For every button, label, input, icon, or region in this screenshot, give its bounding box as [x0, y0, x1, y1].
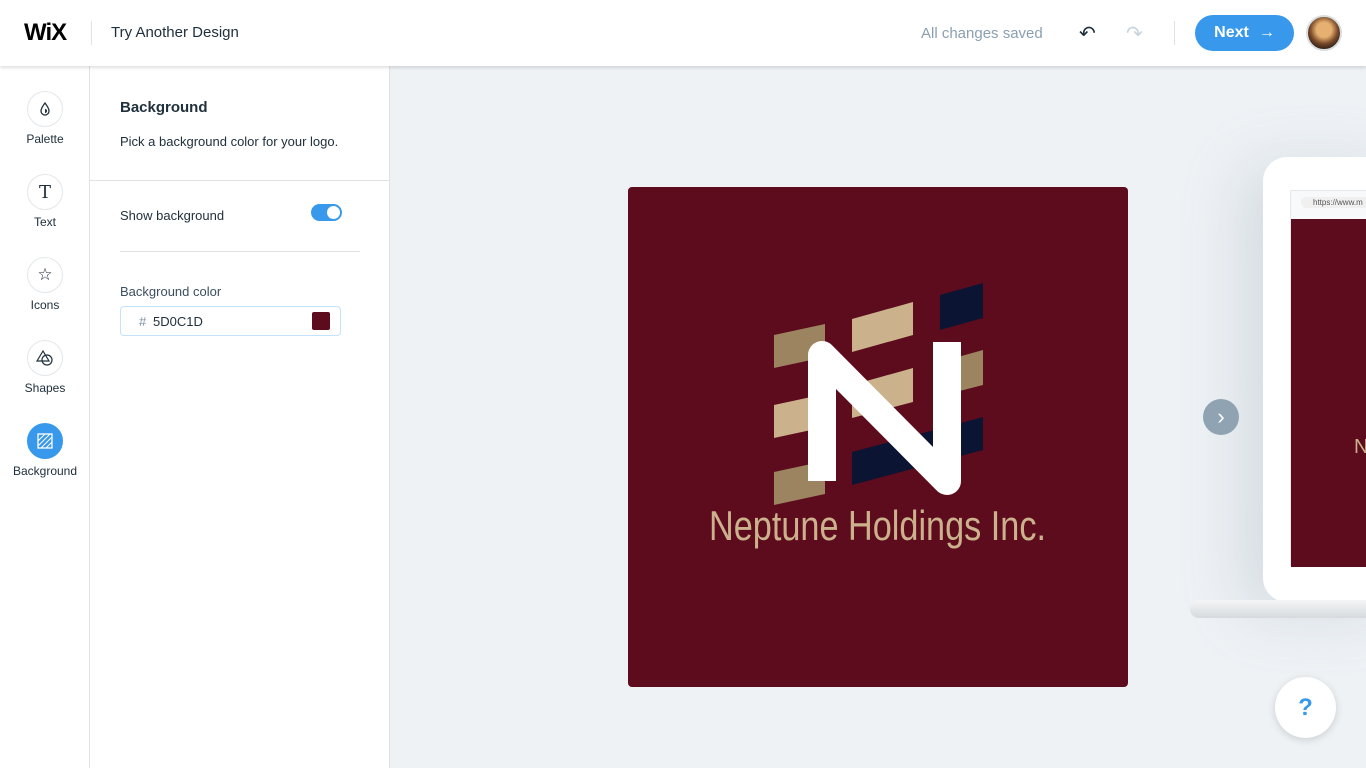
- background-color-label: Background color: [120, 284, 222, 299]
- background-icon: [27, 423, 63, 459]
- next-preview-button[interactable]: ›: [1203, 399, 1239, 435]
- help-button[interactable]: ?: [1275, 677, 1336, 738]
- avatar[interactable]: [1306, 15, 1342, 51]
- divider: [1174, 21, 1175, 45]
- droplet-icon: [27, 91, 63, 127]
- background-color-value[interactable]: 5D0C1D: [153, 314, 203, 329]
- divider: [120, 251, 360, 252]
- sidebar-item-label: Icons: [30, 298, 60, 312]
- sidebar-item-palette[interactable]: Palette: [0, 91, 90, 146]
- sidebar-item-label: Palette: [26, 132, 64, 146]
- sidebar-item-label: Text: [33, 215, 56, 229]
- sidebar: Palette T Text ☆ Icons Shapes Background: [0, 66, 90, 768]
- laptop-preview: https://www.m N: [1263, 157, 1366, 602]
- top-bar: WiX Try Another Design All changes saved…: [0, 0, 1366, 66]
- laptop-base: [1190, 600, 1366, 618]
- text-icon: T: [27, 174, 63, 210]
- undo-icon[interactable]: ↶: [1079, 21, 1096, 46]
- redo-icon: ↷: [1126, 23, 1143, 45]
- panel-description: Pick a background color for your logo.: [120, 134, 339, 149]
- logo-preview: Neptune Holdings Inc.: [628, 187, 1128, 687]
- background-panel: Background Pick a background color for y…: [90, 66, 390, 768]
- browser-preview: https://www.m N: [1290, 190, 1366, 567]
- preview-url: https://www.m: [1301, 197, 1366, 208]
- hash-label: #: [139, 314, 147, 329]
- panel-title: Background: [120, 99, 208, 116]
- arrow-right-icon: →: [1258, 24, 1275, 41]
- company-name: Neptune Holdings Inc.: [709, 502, 1046, 549]
- sidebar-item-label: Background: [12, 464, 78, 478]
- try-another-design-link[interactable]: Try Another Design: [111, 24, 239, 41]
- wix-logo[interactable]: WiX: [24, 19, 67, 47]
- preview-text: N: [1354, 436, 1366, 458]
- shapes-icon: [27, 340, 63, 376]
- background-color-input[interactable]: # 5D0C1D: [120, 306, 341, 336]
- sidebar-item-background[interactable]: Background: [0, 423, 90, 478]
- next-label: Next: [1214, 24, 1249, 41]
- color-swatch[interactable]: [312, 312, 330, 330]
- sidebar-item-shapes[interactable]: Shapes: [0, 340, 90, 395]
- logo-mark: Neptune Holdings Inc.: [709, 283, 1046, 549]
- preview-background: N: [1291, 219, 1366, 567]
- divider: [91, 21, 92, 45]
- sidebar-item-text[interactable]: T Text: [0, 174, 90, 229]
- chevron-right-icon: ›: [1217, 404, 1225, 429]
- save-status: All changes saved: [921, 25, 1043, 42]
- divider: [90, 180, 390, 181]
- sidebar-item-label: Shapes: [24, 381, 66, 395]
- next-button[interactable]: Next →: [1195, 15, 1294, 51]
- star-icon: ☆: [27, 257, 63, 293]
- show-background-toggle[interactable]: [311, 204, 342, 221]
- show-background-label: Show background: [120, 208, 225, 223]
- sidebar-item-icons[interactable]: ☆ Icons: [0, 257, 90, 312]
